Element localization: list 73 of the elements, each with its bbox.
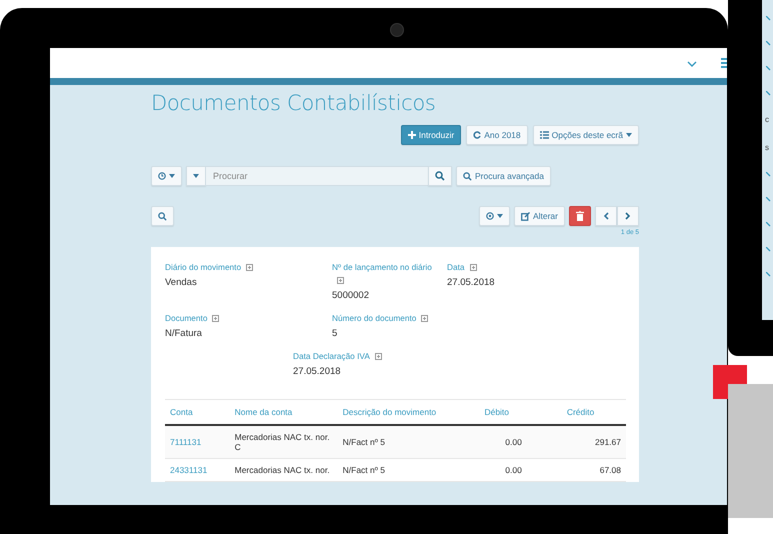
clock-icon [158,172,166,180]
settings-dropdown-button[interactable] [478,206,510,226]
search-button[interactable] [428,166,452,186]
year-button[interactable]: Ano 2018 [466,125,528,145]
chevron-right-icon [625,212,631,220]
table-cell: 0.00 [479,425,527,458]
caret-icon [626,133,632,137]
history-dropdown-button[interactable] [151,166,182,186]
previous-button[interactable] [595,206,617,226]
field-label: Data Declaração IVA [293,351,370,361]
search-icon [435,171,445,181]
field-value: 5 [332,328,338,339]
chevron-down-icon[interactable] [766,41,773,46]
menu-icon[interactable] [721,58,727,68]
search-field[interactable]: Procurar [206,166,428,186]
account-link[interactable]: 24331131 [170,465,208,475]
list-text: c [765,116,770,124]
account-link[interactable]: 7111131 [170,437,202,447]
field-value: N/Fatura [165,328,203,339]
zoom-icon [463,172,472,180]
refresh-icon [473,131,482,139]
options-dropdown-button[interactable]: Opções deste ecrã [532,125,639,145]
expand-icon[interactable] [337,276,344,284]
field-value: 5000002 [332,290,370,301]
chevron-down-icon[interactable] [766,172,773,177]
next-button[interactable] [617,206,639,226]
table-cell: Mercadorias NAC tx. nor. C [230,425,338,458]
caret-icon [169,174,175,178]
zoom-icon [158,212,167,220]
field-value: 27.05.2018 [293,366,342,377]
trash-icon [576,211,584,221]
table-cell: Mercadorias NAC tx. nor. [230,458,338,482]
page-title: Documentos Contabilísticos [151,91,437,115]
field-label: Diário do movimento [165,262,242,272]
list-icon [540,131,549,139]
expand-icon[interactable] [374,352,382,360]
chevron-down-icon[interactable] [766,222,773,227]
table-cell: 0.00 [479,458,527,482]
field-label: Número do documento [332,313,416,323]
chevron-down-icon[interactable] [766,66,773,71]
edit-button[interactable]: Alterar [514,206,565,226]
field-value: Vendas [165,277,198,288]
chevron-down-icon[interactable] [766,197,773,202]
expand-icon[interactable] [470,264,477,270]
field-value: 27.05.2018 [447,277,496,288]
caret-icon [496,214,503,218]
field-label: Documento [165,313,208,323]
expand-icon[interactable] [246,264,254,270]
table-cell: N/Fact nº 5 [338,458,480,482]
add-button[interactable]: Introduzir [400,125,462,145]
table-cell: 67.08 [526,458,626,482]
filter-dropdown-button[interactable] [186,166,206,186]
zoom-button[interactable] [151,206,174,226]
table-cell: 291.67 [526,425,626,458]
camera-icon [390,23,404,37]
list-text: s [765,144,770,152]
advanced-search-button[interactable]: Procura avançada [456,166,551,186]
caret-icon [193,174,199,178]
chevron-down-icon[interactable] [766,16,773,21]
chevron-down-icon[interactable] [766,247,773,252]
field-label: Nº de lançamento no diário [332,262,432,272]
field-label: Data [447,262,465,272]
target-icon [486,212,494,220]
chevron-down-icon[interactable] [687,61,697,67]
edit-icon [520,212,530,220]
plus-icon [408,131,416,139]
chevron-down-icon[interactable] [766,91,773,96]
table-cell: N/Fact nº 5 [338,425,480,458]
expand-icon[interactable] [212,314,220,322]
delete-button[interactable] [569,206,591,226]
expand-icon[interactable] [421,314,428,322]
chevron-down-icon[interactable] [766,272,773,277]
chevron-left-icon [603,212,609,220]
